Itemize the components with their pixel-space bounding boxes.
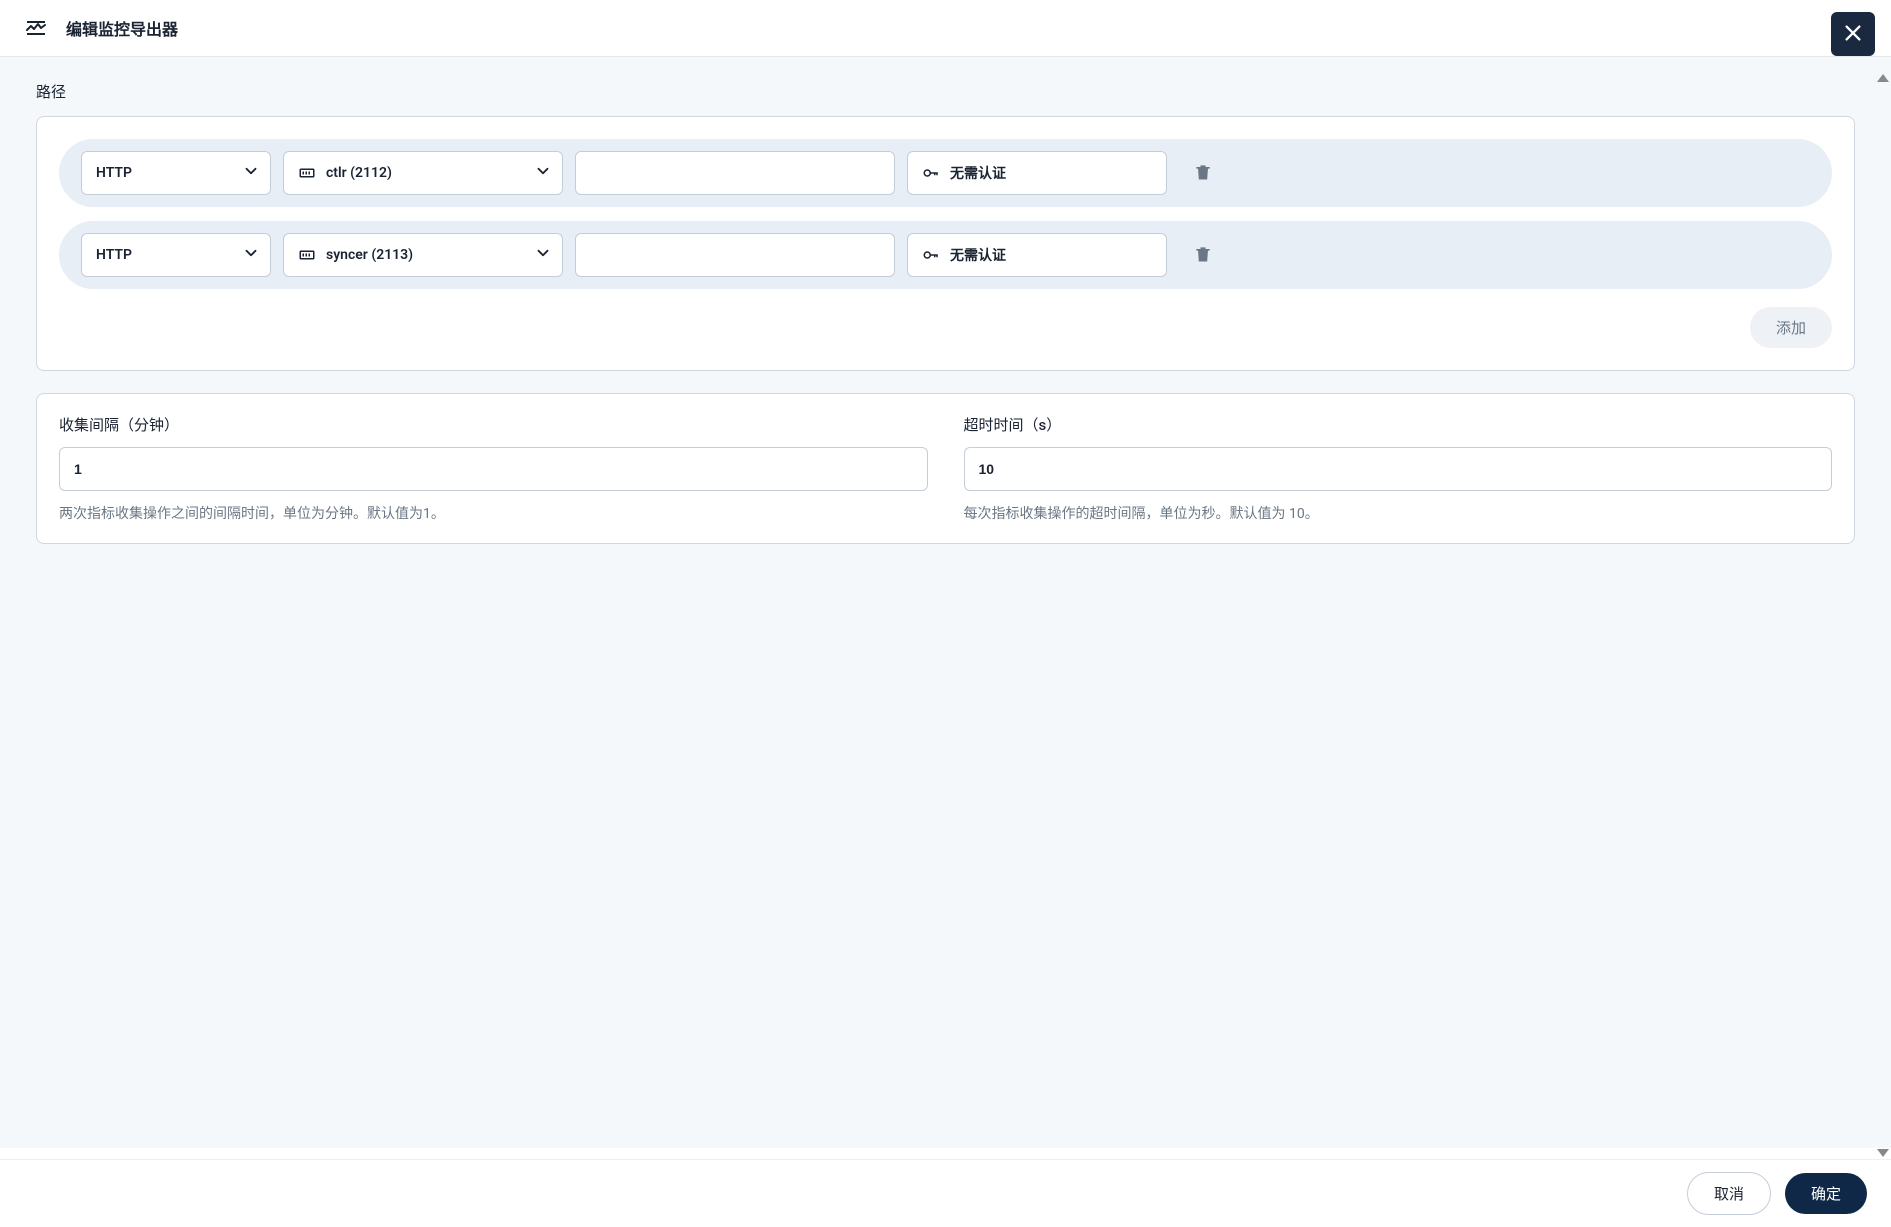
port-select[interactable]: syncer (2113) bbox=[283, 233, 563, 277]
key-icon bbox=[922, 246, 940, 264]
delete-row-button[interactable] bbox=[1185, 236, 1221, 275]
interval-input[interactable] bbox=[59, 447, 928, 491]
path-row: HTTP ctlr (2112) bbox=[59, 139, 1832, 207]
timeout-help: 每次指标收集操作的超时间隔，单位为秒。默认值为 10。 bbox=[964, 503, 1833, 523]
close-button[interactable] bbox=[1831, 12, 1875, 56]
timeout-label: 超时时间（s） bbox=[964, 414, 1833, 435]
close-icon bbox=[1842, 22, 1864, 47]
delete-row-button[interactable] bbox=[1185, 154, 1221, 193]
modal-content: 路径 HTTP ctlr (2112) bbox=[0, 57, 1891, 1148]
port-icon bbox=[298, 246, 316, 264]
interval-help: 两次指标收集操作之间的间隔时间，单位为分钟。默认值为1。 bbox=[59, 503, 928, 523]
settings-panel: 收集间隔（分钟） 两次指标收集操作之间的间隔时间，单位为分钟。默认值为1。 超时… bbox=[36, 393, 1855, 544]
path-input[interactable] bbox=[575, 233, 895, 277]
timeout-col: 超时时间（s） 每次指标收集操作的超时间隔，单位为秒。默认值为 10。 bbox=[964, 414, 1833, 523]
port-icon bbox=[298, 164, 316, 182]
timeout-input[interactable] bbox=[964, 447, 1833, 491]
cancel-button[interactable]: 取消 bbox=[1687, 1172, 1771, 1215]
paths-label: 路径 bbox=[36, 81, 1855, 102]
auth-select[interactable]: 无需认证 bbox=[907, 151, 1167, 195]
path-input[interactable] bbox=[575, 151, 895, 195]
port-value: ctlr (2112) bbox=[326, 165, 548, 181]
trash-icon bbox=[1193, 244, 1213, 267]
paths-panel: HTTP ctlr (2112) bbox=[36, 116, 1855, 371]
interval-col: 收集间隔（分钟） 两次指标收集操作之间的间隔时间，单位为分钟。默认值为1。 bbox=[59, 414, 928, 523]
auth-value: 无需认证 bbox=[950, 245, 1152, 265]
key-icon bbox=[922, 164, 940, 182]
add-path-button[interactable]: 添加 bbox=[1750, 307, 1832, 348]
auth-select[interactable]: 无需认证 bbox=[907, 233, 1167, 277]
modal-header: 编辑监控导出器 bbox=[0, 0, 1891, 57]
protocol-value: HTTP bbox=[96, 165, 256, 181]
add-row-container: 添加 bbox=[59, 307, 1832, 348]
protocol-value: HTTP bbox=[96, 247, 256, 263]
trash-icon bbox=[1193, 162, 1213, 185]
auth-value: 无需认证 bbox=[950, 163, 1152, 183]
port-value: syncer (2113) bbox=[326, 247, 548, 263]
interval-label: 收集间隔（分钟） bbox=[59, 414, 928, 435]
confirm-button[interactable]: 确定 bbox=[1785, 1173, 1867, 1214]
modal-title: 编辑监控导出器 bbox=[66, 16, 178, 40]
monitor-icon bbox=[24, 16, 48, 40]
protocol-select[interactable]: HTTP bbox=[81, 151, 271, 195]
port-select[interactable]: ctlr (2112) bbox=[283, 151, 563, 195]
modal-footer: 取消 确定 bbox=[0, 1159, 1891, 1227]
protocol-select[interactable]: HTTP bbox=[81, 233, 271, 277]
path-row: HTTP syncer (2113) bbox=[59, 221, 1832, 289]
